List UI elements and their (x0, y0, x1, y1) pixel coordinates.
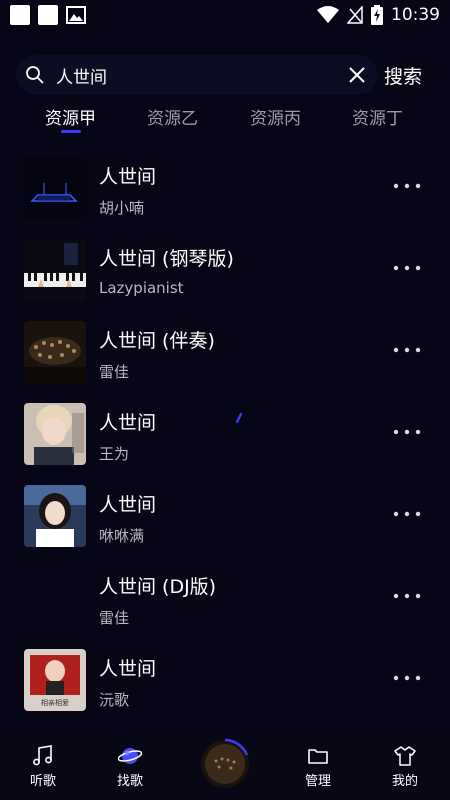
more-options-icon[interactable] (392, 674, 422, 682)
active-tab-indicator (61, 130, 81, 133)
song-artist: 王为 (99, 445, 130, 463)
album-cover (24, 485, 86, 547)
loading-spinner-fragment (236, 413, 242, 423)
planet-icon (118, 748, 142, 764)
song-title: 人世间 (99, 658, 157, 680)
song-title: 人世间 (DJ版) (99, 576, 217, 598)
search-bar[interactable] (16, 55, 378, 95)
nav-listen[interactable]: 听歌 (13, 736, 73, 800)
tab-source-c[interactable]: 资源丙 (250, 104, 301, 129)
nav-profile[interactable]: 我的 (375, 736, 435, 800)
status-bar: 10:39 (0, 0, 450, 30)
more-options-icon[interactable] (392, 510, 422, 518)
close-icon[interactable] (346, 64, 368, 86)
song-artist: 胡小喃 (99, 199, 145, 217)
list-item[interactable]: 相亲相爱 人世间 沅歌 (0, 640, 450, 722)
wifi-icon (317, 6, 339, 23)
song-title: 人世间 (99, 494, 157, 516)
list-item[interactable]: 人世间 (DJ版) 雷佳 (0, 558, 450, 640)
nav-find[interactable]: 找歌 (100, 736, 160, 800)
battery-charging-icon (371, 5, 383, 25)
music-note-icon (33, 745, 52, 766)
more-options-icon[interactable] (392, 428, 422, 436)
tab-source-d[interactable]: 资源丁 (352, 104, 403, 129)
search-button[interactable]: 搜索 (384, 62, 422, 89)
tab-source-a[interactable]: 资源甲 (45, 104, 96, 129)
album-cover: 相亲相爱 (24, 649, 86, 711)
search-icon (26, 66, 44, 84)
song-title: 人世间 (99, 412, 157, 434)
album-cover-placeholder (24, 567, 86, 629)
notification-icon (38, 5, 58, 25)
image-notification-icon (66, 6, 86, 24)
album-cover (24, 321, 86, 383)
song-title: 人世间 (钢琴版) (99, 248, 234, 270)
album-cover (24, 157, 86, 219)
list-item[interactable]: 人世间 (钢琴版) Lazypianist (0, 230, 450, 312)
more-options-icon[interactable] (392, 182, 422, 190)
song-artist: Lazypianist (99, 279, 184, 297)
song-artist: 咻咻满 (99, 527, 145, 545)
album-cover (24, 239, 86, 301)
list-item[interactable]: 人世间 胡小喃 (0, 148, 450, 230)
nav-label: 听歌 (29, 774, 56, 789)
no-signal-icon (347, 6, 363, 24)
more-options-icon[interactable] (392, 264, 422, 272)
notification-icon (10, 5, 30, 25)
song-artist: 雷佳 (99, 363, 130, 381)
nav-manage[interactable]: 管理 (288, 736, 348, 800)
search-input[interactable] (56, 63, 346, 87)
shirt-icon (394, 746, 416, 766)
list-item[interactable]: 人世间 咻咻满 (0, 476, 450, 558)
album-cover (24, 403, 86, 465)
more-options-icon[interactable] (392, 592, 422, 600)
folder-icon (308, 749, 328, 764)
clock: 10:39 (391, 5, 440, 25)
song-artist: 沅歌 (99, 691, 130, 709)
now-playing-disc[interactable] (198, 737, 252, 791)
nav-label: 我的 (391, 774, 418, 789)
song-title: 人世间 (伴奏) (99, 330, 215, 352)
nav-label: 找歌 (116, 774, 143, 789)
tab-source-b[interactable]: 资源乙 (147, 104, 198, 129)
nav-label: 管理 (304, 774, 331, 789)
list-item[interactable]: 人世间 (伴奏) 雷佳 (0, 312, 450, 394)
list-item[interactable]: 人世间 王为 (0, 394, 450, 476)
song-artist: 雷佳 (99, 609, 130, 627)
song-title: 人世间 (99, 166, 157, 188)
more-options-icon[interactable] (392, 346, 422, 354)
cover-caption: 相亲相爱 (41, 698, 69, 707)
